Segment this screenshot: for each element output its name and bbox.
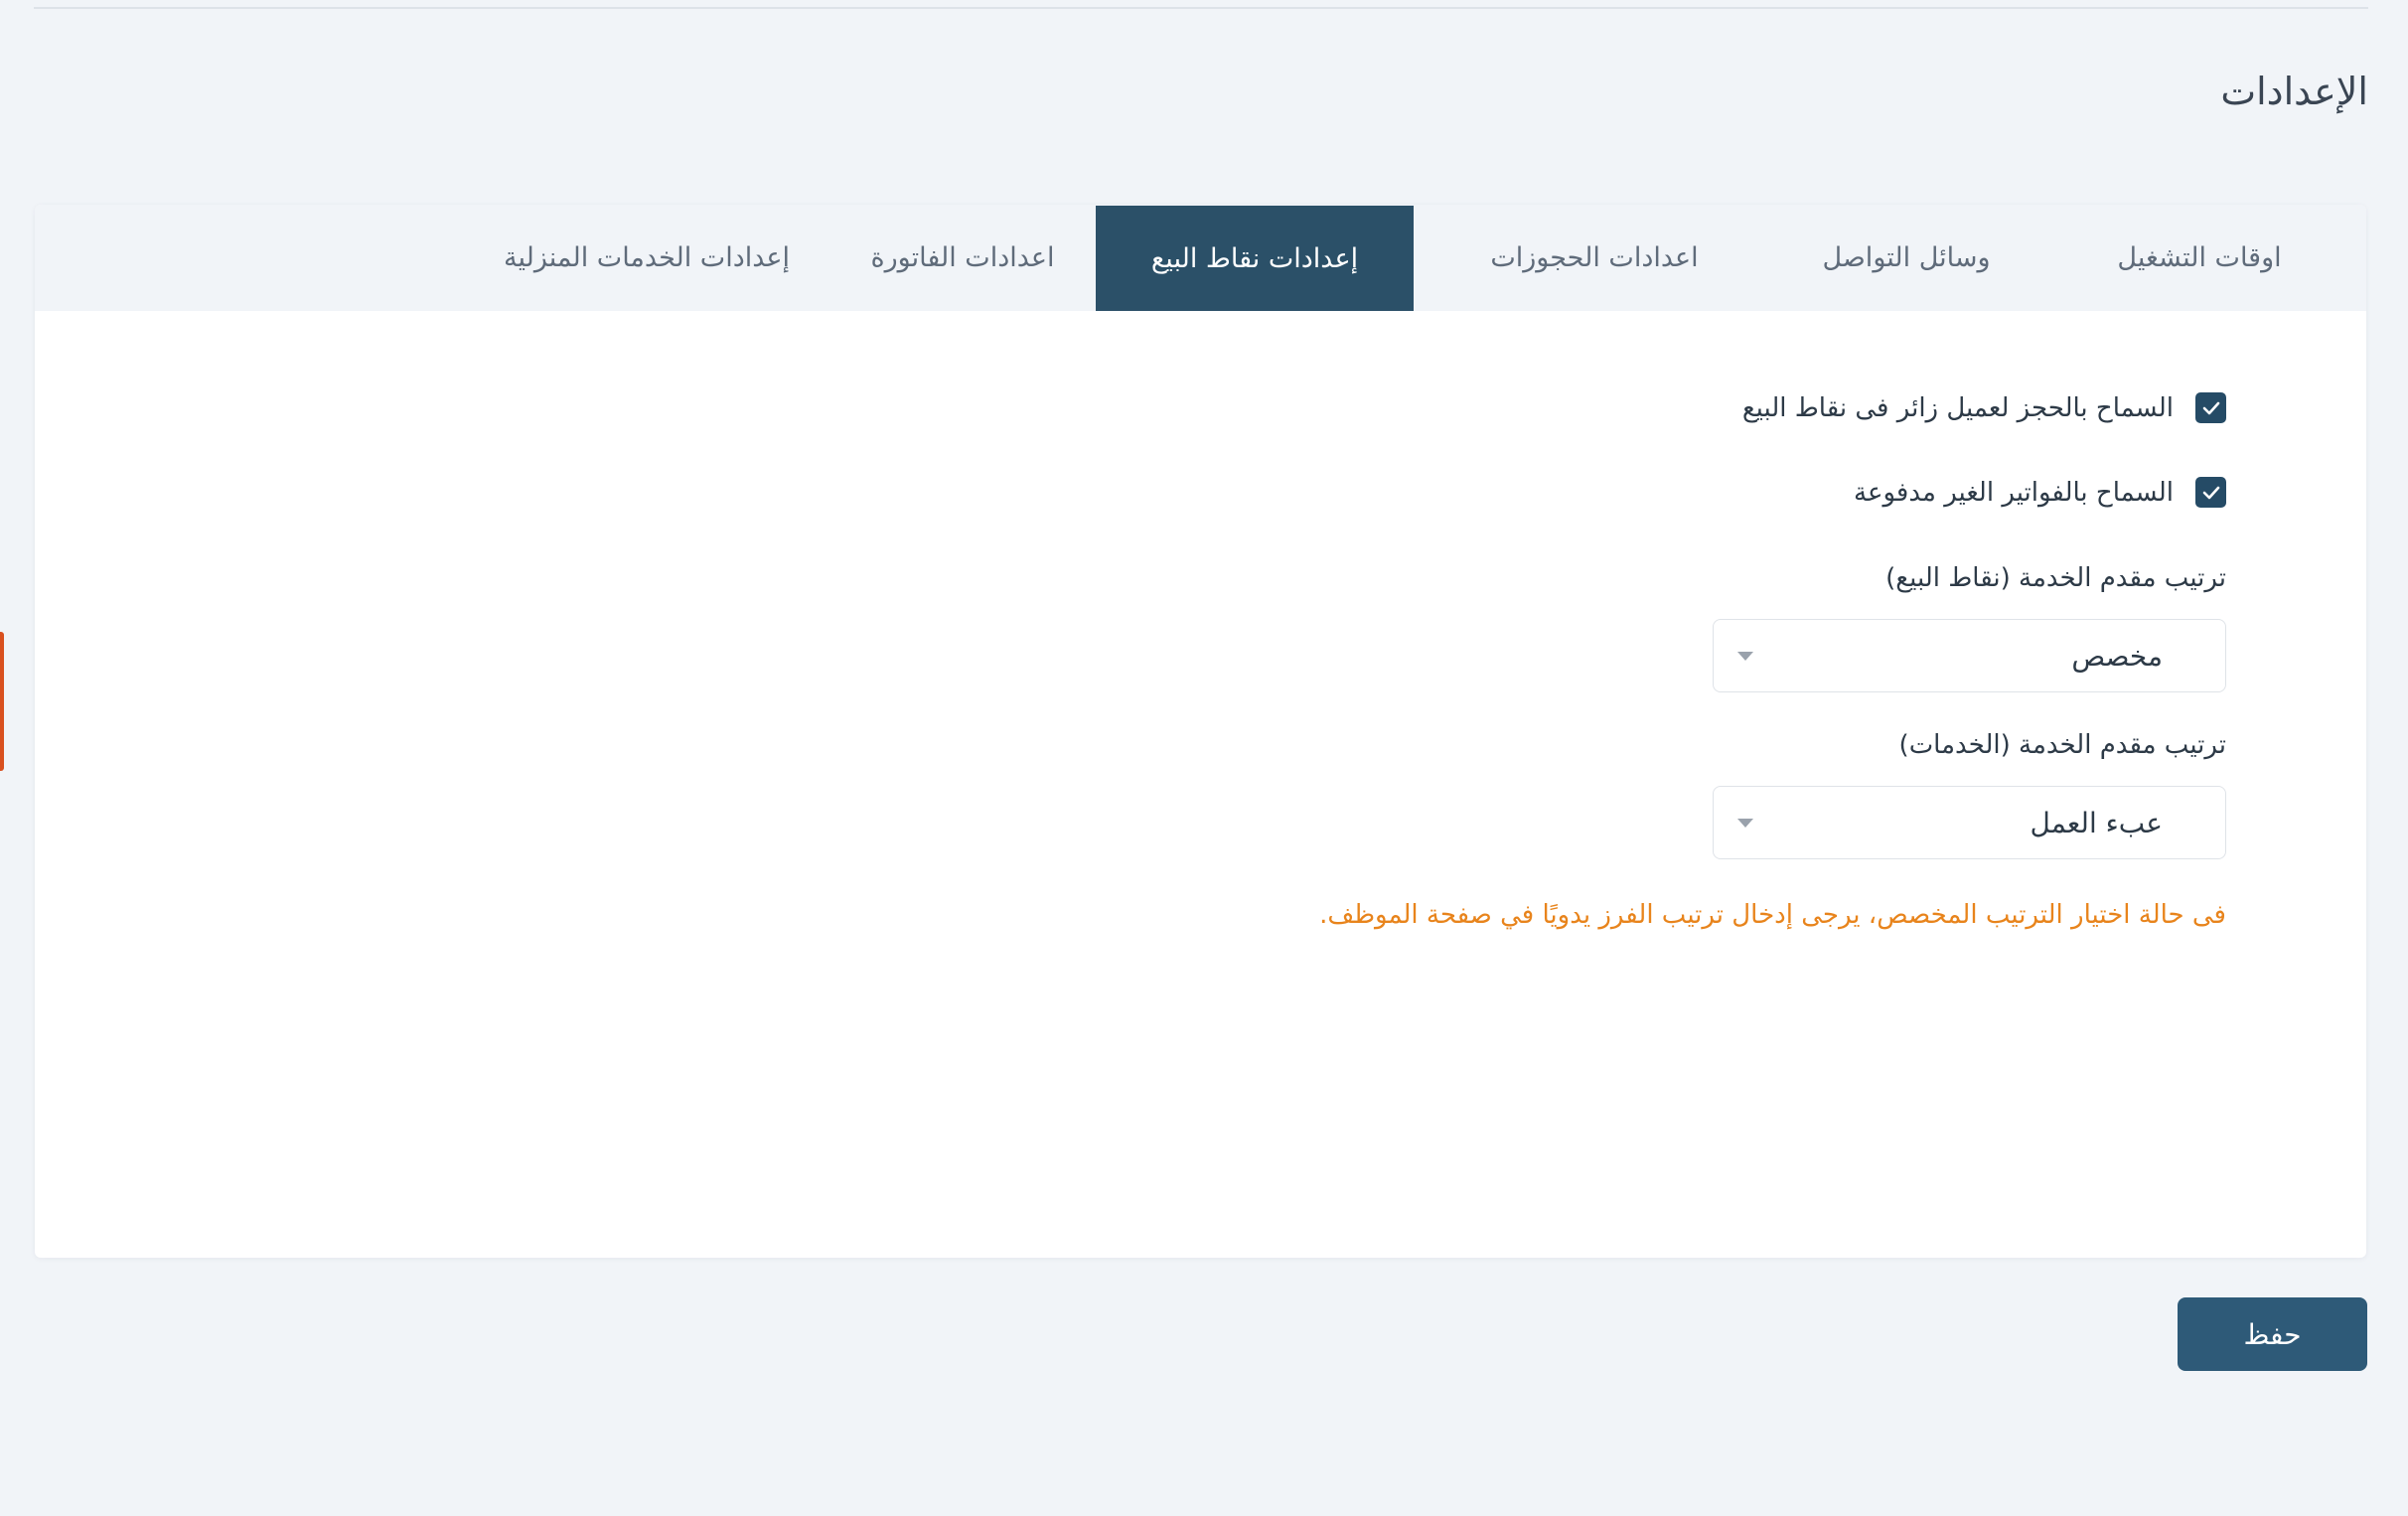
allow-walk-in-booking-checkbox[interactable] [2195,392,2226,423]
pos-provider-order-select[interactable]: مخصص [1713,619,2226,692]
tab-operating-hours[interactable]: اوقات التشغيل [2066,205,2333,311]
services-provider-order-value: عبء العمل [2030,806,2163,839]
services-provider-order-select[interactable]: عبء العمل [1713,786,2226,859]
save-button[interactable]: حفظ [2178,1297,2367,1371]
tab-contact-methods[interactable]: وسائل التواصل [1771,205,2041,311]
page-title: الإعدادات [2220,70,2368,113]
top-divider [34,7,2368,9]
side-panel-handle[interactable] [0,632,4,771]
tab-invoice-settings[interactable]: اعدادات الفاتورة [829,205,1096,311]
services-provider-order-label: ترتيب مقدم الخدمة (الخدمات) [1898,730,2226,760]
allow-unpaid-invoices-row: السماح بالفواتير الغير مدفوعة [1854,477,2226,508]
tab-home-services-settings[interactable]: إعدادات الخدمات المنزلية [464,205,829,311]
chevron-down-icon [1737,818,1753,828]
chevron-down-icon [1737,651,1753,661]
custom-order-note: فى حالة اختيار الترتيب المخصص، يرجى إدخا… [1319,900,2226,930]
pos-provider-order-label: ترتيب مقدم الخدمة (نقاط البيع) [1885,563,2226,593]
check-icon [2202,486,2219,499]
tab-bar: اوقات التشغيل وسائل التواصل اعدادات الحج… [35,205,2366,311]
tab-pos-settings[interactable]: إعدادات نقاط البيع [1096,206,1414,311]
settings-card: اوقات التشغيل وسائل التواصل اعدادات الحج… [35,205,2366,1258]
tab-booking-settings[interactable]: اعدادات الحجوزات [1450,205,1738,311]
allow-walk-in-booking-label: السماح بالحجز لعميل زائر فى نقاط البيع [1741,392,2174,423]
allow-unpaid-invoices-checkbox[interactable] [2195,477,2226,508]
allow-walk-in-booking-row: السماح بالحجز لعميل زائر فى نقاط البيع [1742,392,2226,423]
allow-unpaid-invoices-label: السماح بالفواتير الغير مدفوعة [1854,477,2174,508]
check-icon [2202,401,2219,414]
pos-provider-order-value: مخصص [2071,639,2163,673]
